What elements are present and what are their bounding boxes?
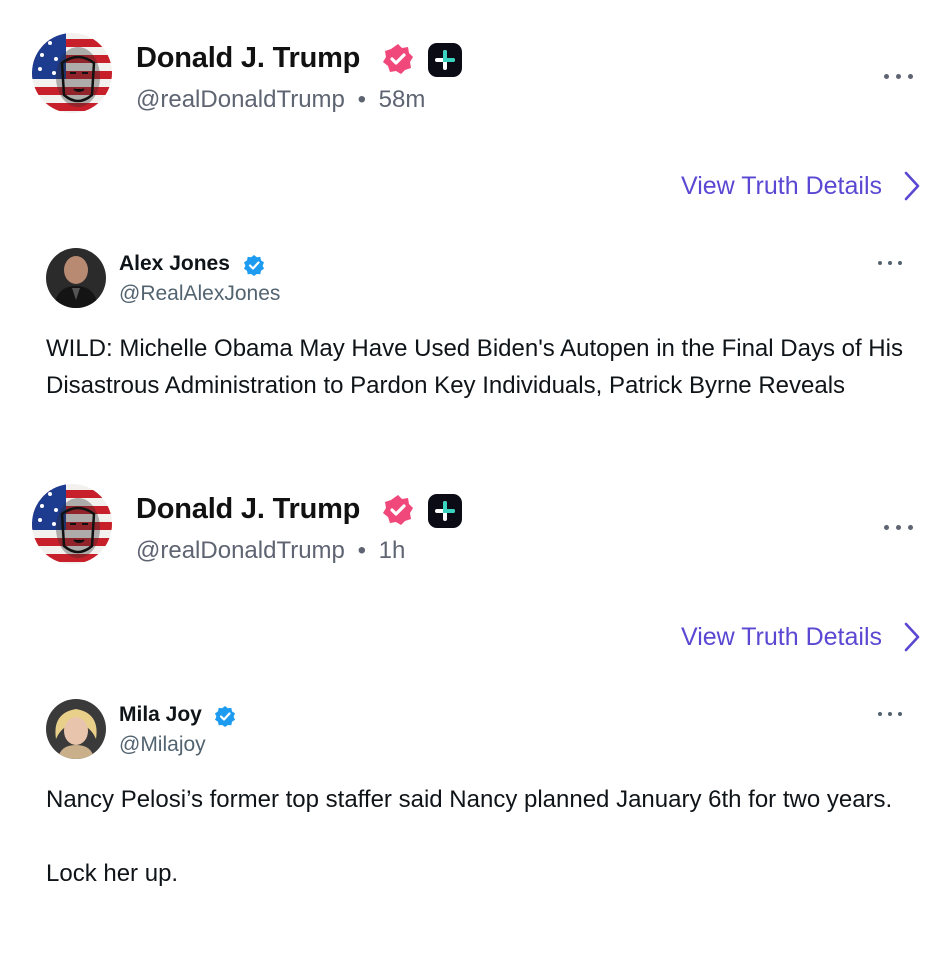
view-truth-details-label: View Truth Details bbox=[680, 171, 882, 200]
quoted-author-name[interactable]: Alex Jones bbox=[119, 252, 230, 276]
post-header: Donald J. Trump @realDonaldTrump • 58m bbox=[0, 0, 950, 113]
quoted-post-text: Nancy Pelosi’s former top staffer said N… bbox=[46, 786, 893, 887]
quoted-author-handle[interactable]: @Milajoy bbox=[119, 733, 206, 757]
author-name[interactable]: Donald J. Trump bbox=[136, 493, 360, 526]
avatar[interactable] bbox=[46, 248, 106, 308]
plus-badge-icon bbox=[428, 43, 462, 77]
chevron-right-icon bbox=[904, 171, 920, 201]
post-header: Donald J. Trump @realDonaldTrump • 1h bbox=[0, 451, 950, 564]
post-time[interactable]: 58m bbox=[379, 86, 426, 113]
more-options-icon[interactable] bbox=[878, 710, 902, 718]
quoted-post-text: WILD: Michelle Obama May Have Used Biden… bbox=[46, 335, 903, 399]
author-handle-line: @realDonaldTrump • 1h bbox=[136, 537, 405, 565]
author-handle[interactable]: @realDonaldTrump bbox=[136, 537, 345, 564]
more-options-icon[interactable] bbox=[878, 259, 902, 267]
avatar[interactable] bbox=[32, 484, 112, 564]
view-truth-details-link[interactable]: View Truth Details bbox=[681, 166, 920, 206]
author-handle[interactable]: @realDonaldTrump bbox=[136, 86, 345, 113]
verified-badge-icon bbox=[244, 255, 264, 276]
quoted-author-handle[interactable]: @RealAlexJones bbox=[119, 282, 280, 306]
quoted-author-name[interactable]: Mila Joy bbox=[119, 703, 202, 727]
more-options-icon[interactable] bbox=[884, 522, 914, 532]
chevron-right-icon bbox=[904, 622, 920, 652]
view-truth-details-link[interactable]: View Truth Details bbox=[681, 617, 920, 657]
post-time[interactable]: 1h bbox=[379, 537, 406, 564]
more-options-icon[interactable] bbox=[884, 71, 914, 81]
plus-badge-icon bbox=[428, 494, 462, 528]
verified-badge-icon bbox=[215, 706, 235, 727]
verified-badge-icon bbox=[383, 44, 413, 74]
avatar[interactable] bbox=[46, 699, 106, 759]
verified-badge-icon bbox=[383, 495, 413, 525]
separator: • bbox=[357, 86, 366, 113]
separator: • bbox=[357, 537, 366, 564]
author-name[interactable]: Donald J. Trump bbox=[136, 42, 360, 75]
view-truth-details-label: View Truth Details bbox=[680, 622, 882, 651]
author-handle-line: @realDonaldTrump • 58m bbox=[136, 86, 425, 114]
avatar[interactable] bbox=[32, 33, 112, 113]
